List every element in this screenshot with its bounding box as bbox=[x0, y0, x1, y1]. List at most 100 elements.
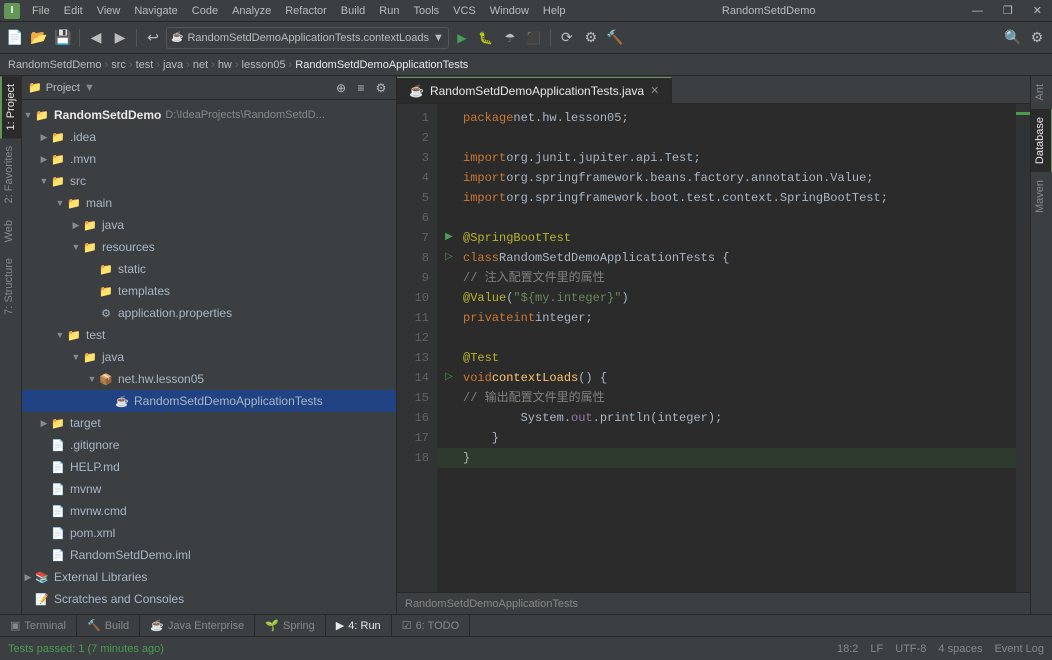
menu-file[interactable]: File bbox=[26, 3, 56, 19]
tree-arrow: ▶ bbox=[70, 220, 82, 231]
settings-button[interactable]: ⚙ bbox=[580, 27, 602, 49]
back-button[interactable]: ◀ bbox=[85, 27, 107, 49]
menu-edit[interactable]: Edit bbox=[58, 3, 89, 19]
gutter-run-icon[interactable]: ▶ bbox=[445, 228, 459, 248]
tree-item-nethwlesson05[interactable]: ▼ 📦 net.hw.lesson05 bbox=[22, 368, 396, 390]
tree-item-testfile[interactable]: ☕ RandomSetdDemoApplicationTests bbox=[22, 390, 396, 412]
tree-item-main[interactable]: ▼ 📁 main bbox=[22, 192, 396, 214]
search-everywhere-button[interactable]: 🔍 bbox=[1002, 27, 1024, 49]
bottom-tab-spring[interactable]: 🌱 Spring bbox=[255, 615, 326, 637]
breadcrumb: RandomSetdDemo › src › test › java › net… bbox=[0, 54, 1052, 76]
forward-button[interactable]: ▶ bbox=[109, 27, 131, 49]
debug-button[interactable]: 🐛 bbox=[475, 27, 497, 49]
bottom-tab-java-enterprise[interactable]: ☕ Java Enterprise bbox=[140, 615, 255, 637]
tab-close-button[interactable]: ✕ bbox=[650, 84, 659, 97]
settings-action[interactable]: ⚙ bbox=[372, 79, 390, 97]
status-indent[interactable]: 4 spaces bbox=[938, 643, 982, 655]
menu-code[interactable]: Code bbox=[186, 3, 224, 19]
editor-tab-active[interactable]: ☕ RandomSetdDemoApplicationTests.java ✕ bbox=[397, 77, 672, 103]
left-tab-web[interactable]: Web bbox=[0, 212, 22, 250]
minimize-button[interactable]: — bbox=[966, 3, 989, 19]
coverage-button[interactable]: ☂ bbox=[499, 27, 521, 49]
settings2-button[interactable]: ⚙ bbox=[1026, 27, 1048, 49]
tree-item-pomxml[interactable]: 📄 pom.xml bbox=[22, 522, 396, 544]
code-line-4: import org.springframework.beans.factory… bbox=[437, 168, 1016, 188]
menu-refactor[interactable]: Refactor bbox=[279, 3, 333, 19]
tree-item-resources[interactable]: ▼ 📁 resources bbox=[22, 236, 396, 258]
sync-action[interactable]: ⊕ bbox=[332, 79, 350, 97]
code-line-6 bbox=[437, 208, 1016, 228]
bc-net[interactable]: net bbox=[193, 59, 208, 71]
tree-item-iml[interactable]: 📄 RandomSetdDemo.iml bbox=[22, 544, 396, 566]
run-config-combo[interactable]: ☕ RandomSetdDemoApplicationTests.context… bbox=[166, 27, 449, 49]
open-button[interactable]: 📂 bbox=[28, 27, 50, 49]
menu-window[interactable]: Window bbox=[484, 3, 535, 19]
right-tab-maven[interactable]: Maven bbox=[1031, 172, 1052, 221]
tree-item-appprops[interactable]: ⚙ application.properties bbox=[22, 302, 396, 324]
tree-item-testjava[interactable]: ▼ 📁 java bbox=[22, 346, 396, 368]
close-button[interactable]: ✕ bbox=[1027, 2, 1048, 19]
tree-icon: 📄 bbox=[50, 503, 66, 519]
stop-button[interactable]: ⬛ bbox=[523, 27, 545, 49]
code-line-16: System.out.println(integer); bbox=[437, 408, 1016, 428]
tree-arrow: ▼ bbox=[22, 110, 34, 120]
new-file-button[interactable]: 📄 bbox=[4, 27, 26, 49]
tree-item-test[interactable]: ▼ 📁 test bbox=[22, 324, 396, 346]
bottom-tab-run[interactable]: ▶ 4: Run bbox=[326, 615, 392, 637]
bc-test[interactable]: test bbox=[136, 59, 154, 71]
gutter-run-hollow-icon[interactable]: ▷ bbox=[445, 248, 459, 268]
tree-item-mvnw[interactable]: 📄 mvnw bbox=[22, 478, 396, 500]
gutter-run-hollow-icon[interactable]: ▷ bbox=[445, 368, 459, 388]
tree-arrow: ▼ bbox=[70, 242, 82, 252]
tree-item-src[interactable]: ▼ 📁 src bbox=[22, 170, 396, 192]
maximize-button[interactable]: ❐ bbox=[997, 2, 1019, 19]
bc-hw[interactable]: hw bbox=[218, 59, 232, 71]
tree-item-mvn[interactable]: ▶ 📁 .mvn bbox=[22, 148, 396, 170]
tree-item-target[interactable]: ▶ 📁 target bbox=[22, 412, 396, 434]
menu-tools[interactable]: Tools bbox=[407, 3, 445, 19]
bc-project[interactable]: RandomSetdDemo bbox=[8, 59, 102, 71]
menu-view[interactable]: View bbox=[91, 3, 127, 19]
right-tab-database[interactable]: Database bbox=[1031, 109, 1052, 172]
tree-item-templates[interactable]: 📁 templates bbox=[22, 280, 396, 302]
tree-item-mvnwcmd[interactable]: 📄 mvnw.cmd bbox=[22, 500, 396, 522]
menu-help[interactable]: Help bbox=[537, 3, 572, 19]
bottom-tab-todo[interactable]: ☑ 6: TODO bbox=[392, 615, 470, 637]
menu-run[interactable]: Run bbox=[373, 3, 405, 19]
tree-item-static[interactable]: 📁 static bbox=[22, 258, 396, 280]
menu-navigate[interactable]: Navigate bbox=[128, 3, 183, 19]
tree-item-idea[interactable]: ▶ 📁 .idea bbox=[22, 126, 396, 148]
tree-item-root[interactable]: ▼ 📁 RandomSetdDemo D:\IdeaProjects\Rando… bbox=[22, 104, 396, 126]
tree-item-java[interactable]: ▶ 📁 java bbox=[22, 214, 396, 236]
tree-item-gitignore[interactable]: 📄 .gitignore bbox=[22, 434, 396, 456]
menu-build[interactable]: Build bbox=[335, 3, 371, 19]
toolbar-separator-3 bbox=[550, 29, 551, 47]
bc-java[interactable]: java bbox=[163, 59, 183, 71]
status-encoding[interactable]: UTF-8 bbox=[895, 643, 926, 655]
bc-file[interactable]: RandomSetdDemoApplicationTests bbox=[295, 59, 468, 71]
bc-src[interactable]: src bbox=[111, 59, 126, 71]
tree-item-helpmd[interactable]: 📄 HELP.md bbox=[22, 456, 396, 478]
menu-vcs[interactable]: VCS bbox=[447, 3, 482, 19]
tree-item-scratchconsoles[interactable]: 📝 Scratches and Consoles bbox=[22, 588, 396, 610]
status-line-ending[interactable]: LF bbox=[870, 643, 883, 655]
code-content[interactable]: package net.hw.lesson05; import org.juni… bbox=[437, 104, 1016, 592]
left-tab-favorites[interactable]: 2: Favorites bbox=[0, 138, 22, 211]
left-tab-project[interactable]: 1: Project bbox=[0, 76, 22, 138]
save-button[interactable]: 💾 bbox=[52, 27, 74, 49]
tree-item-extlibs[interactable]: ▶ 📚 External Libraries bbox=[22, 566, 396, 588]
build-button[interactable]: 🔨 bbox=[604, 27, 626, 49]
dropdown-arrow[interactable]: ▼ bbox=[84, 82, 95, 94]
bottom-tab-build[interactable]: 🔨 Build bbox=[77, 615, 140, 637]
bc-lesson05[interactable]: lesson05 bbox=[242, 59, 286, 71]
run-button[interactable]: ▶ bbox=[451, 27, 473, 49]
undo-button[interactable]: ↩ bbox=[142, 27, 164, 49]
collapse-action[interactable]: ≡ bbox=[352, 79, 370, 97]
menu-analyze[interactable]: Analyze bbox=[226, 3, 277, 19]
update-button[interactable]: ⟳ bbox=[556, 27, 578, 49]
status-event-log[interactable]: Event Log bbox=[994, 643, 1044, 655]
status-position[interactable]: 18:2 bbox=[837, 643, 858, 655]
left-tab-structure[interactable]: 7: Structure bbox=[0, 250, 22, 323]
bottom-tab-terminal[interactable]: ▣ Terminal bbox=[0, 615, 77, 637]
right-tab-ant[interactable]: Ant bbox=[1031, 76, 1052, 109]
